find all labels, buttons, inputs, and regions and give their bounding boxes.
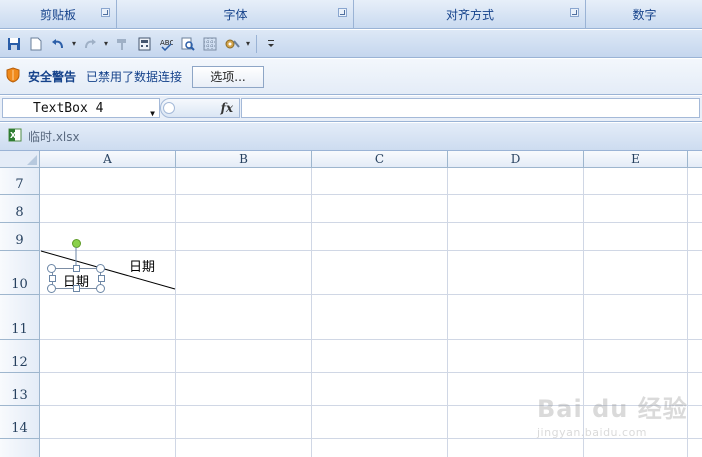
ribbon-group-number-label: 数字	[632, 7, 657, 22]
borders-icon[interactable]	[200, 34, 220, 54]
formula-input[interactable]	[241, 98, 700, 118]
row-header-13[interactable]: 13	[0, 373, 40, 406]
grid-line	[40, 194, 702, 195]
ribbon-group-bar: 剪贴板 字体 对齐方式 数字	[0, 0, 702, 29]
ribbon-group-number[interactable]: 数字	[587, 0, 702, 28]
row-header-10[interactable]: 10	[0, 251, 40, 295]
ribbon-group-clipboard[interactable]: 剪贴板	[0, 0, 117, 28]
chevron-down-icon[interactable]: ▾	[102, 39, 110, 48]
save-icon[interactable]	[4, 34, 24, 54]
grid-line	[447, 168, 448, 457]
excel-file-icon: X	[8, 128, 22, 145]
column-header-partial[interactable]	[688, 151, 702, 168]
grid-line	[311, 168, 312, 457]
svg-text:ABC: ABC	[160, 39, 173, 47]
ribbon-group-font[interactable]: 字体	[118, 0, 354, 28]
ribbon-group-clipboard-label: 剪贴板	[39, 7, 76, 22]
options-button[interactable]: 选项...	[192, 65, 265, 88]
ribbon-group-alignment-label: 对齐方式	[445, 7, 494, 22]
row-header-7[interactable]: 7	[0, 168, 40, 195]
chevron-down-icon[interactable]: ▼	[150, 104, 155, 123]
row-header-8[interactable]: 8	[0, 195, 40, 223]
ribbon-group-alignment[interactable]: 对齐方式	[355, 0, 586, 28]
formula-bar-controls: fx	[160, 98, 240, 118]
customize-dropdown-icon[interactable]	[261, 34, 281, 54]
name-box[interactable]: TextBox 4 ▼	[2, 98, 160, 118]
column-header-a[interactable]: A	[40, 151, 176, 168]
grid-line	[40, 372, 702, 373]
security-warning-message: 已禁用了数据连接	[86, 70, 183, 84]
rotation-handle-stem	[75, 247, 77, 267]
resize-handle-left[interactable]	[49, 275, 56, 282]
baidu-watermark: Bai du 经验 jingyan.baidu.com	[537, 389, 702, 457]
toolbar-separator	[256, 34, 257, 53]
chevron-down-icon[interactable]: ▾	[70, 39, 78, 48]
grid-line	[175, 168, 176, 457]
spelling-icon[interactable]: ABC	[156, 34, 176, 54]
watermark-brand: Bai du 经验	[537, 395, 688, 423]
dialog-launcher-icon[interactable]	[101, 8, 110, 17]
row-header-12[interactable]: 12	[0, 340, 40, 373]
security-warning-title: 安全警告	[28, 70, 77, 84]
resize-handle-right[interactable]	[98, 275, 105, 282]
insert-function-icon[interactable]: fx	[221, 101, 233, 115]
formula-bar: TextBox 4 ▼ fx	[0, 96, 702, 122]
quick-access-toolbar: ▾ ▾ ABC ▾	[0, 30, 702, 58]
resize-handle-top-right[interactable]	[96, 264, 105, 273]
shield-icon	[6, 67, 20, 86]
grid-line	[40, 339, 702, 340]
resize-handle-bottom-right[interactable]	[96, 284, 105, 293]
chevron-down-icon[interactable]: ▾	[244, 39, 252, 48]
dialog-launcher-icon[interactable]	[338, 8, 347, 17]
svg-text:X: X	[10, 131, 17, 140]
row-header-9[interactable]: 9	[0, 223, 40, 251]
row-header-11[interactable]: 11	[0, 295, 40, 340]
ribbon-group-font-label: 字体	[223, 7, 248, 22]
resize-handle-top-left[interactable]	[47, 264, 56, 273]
grid-line	[40, 294, 702, 295]
column-header-e[interactable]: E	[584, 151, 688, 168]
row-header-15[interactable]	[0, 439, 40, 457]
workbook-filename: 临时.xlsx	[28, 130, 80, 144]
select-all-corner[interactable]	[0, 151, 40, 168]
workbook-title-bar: X 临时.xlsx	[0, 123, 702, 151]
row-header-14[interactable]: 14	[0, 406, 40, 439]
column-header-b[interactable]: B	[176, 151, 312, 168]
calculator-icon[interactable]	[134, 34, 154, 54]
formula-bar-resize-handle[interactable]	[163, 102, 175, 114]
resize-handle-bottom-left[interactable]	[47, 284, 56, 293]
redo-icon[interactable]	[80, 34, 100, 54]
watermark-url: jingyan.baidu.com	[537, 426, 648, 439]
undo-icon[interactable]	[48, 34, 68, 54]
format-painter-icon[interactable]	[112, 34, 132, 54]
resize-handle-bottom[interactable]	[73, 285, 80, 292]
new-document-icon[interactable]	[26, 34, 46, 54]
name-box-value: TextBox 4	[33, 101, 104, 116]
tools-icon[interactable]	[222, 34, 242, 54]
print-preview-icon[interactable]	[178, 34, 198, 54]
security-warning-bar: 安全警告 已禁用了数据连接 选项...	[0, 59, 702, 95]
header-date-top-right: 日期	[129, 260, 156, 275]
grid-line	[40, 222, 702, 223]
column-header-c[interactable]: C	[312, 151, 448, 168]
dialog-launcher-icon[interactable]	[570, 8, 579, 17]
column-header-d[interactable]: D	[448, 151, 584, 168]
resize-handle-top[interactable]	[73, 265, 80, 272]
